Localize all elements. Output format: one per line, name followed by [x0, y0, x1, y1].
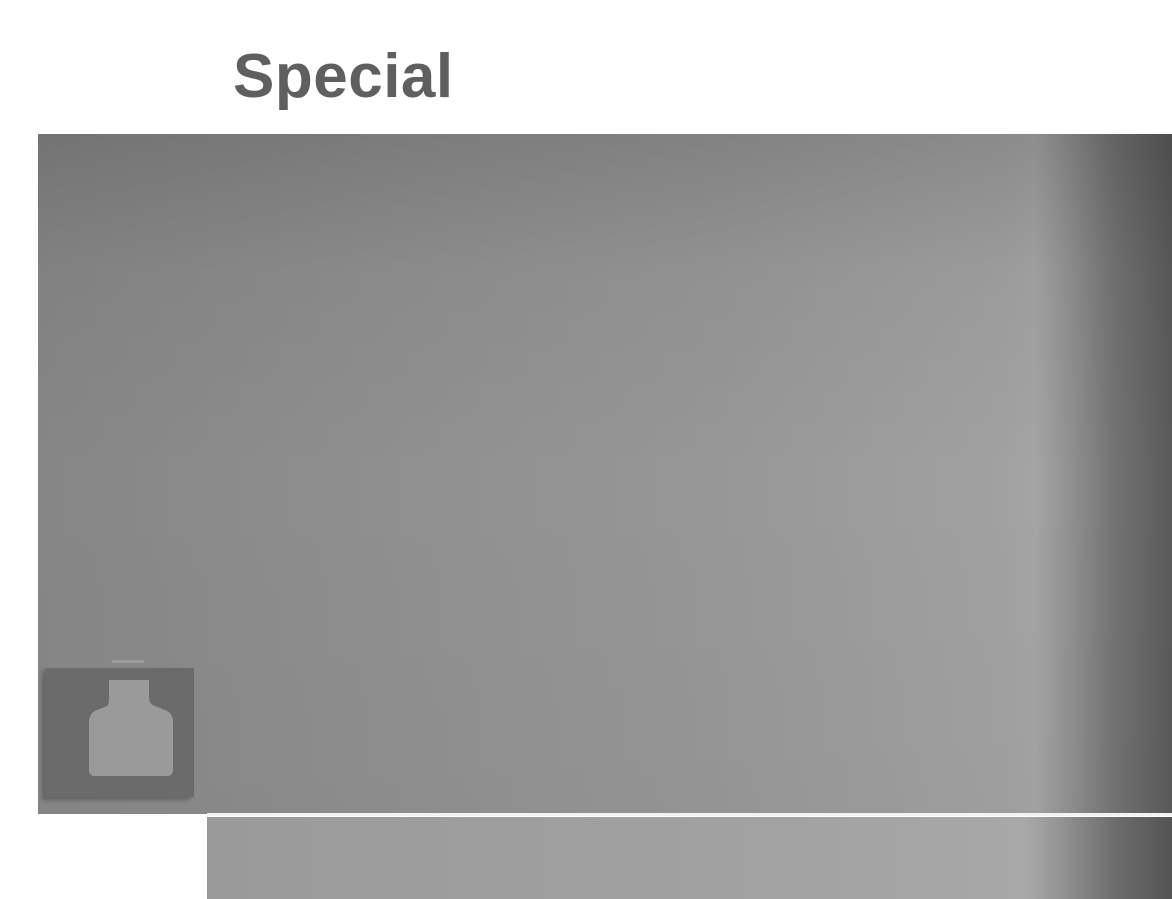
menu-title: Special [233, 42, 454, 111]
menu-divider [207, 813, 1172, 816]
menu-lower-panel [207, 817, 1172, 899]
menu-panel [38, 134, 1172, 814]
special-bottle-icon [89, 680, 173, 776]
tab-special[interactable] [45, 668, 194, 797]
tab-icon-tick [112, 660, 144, 663]
